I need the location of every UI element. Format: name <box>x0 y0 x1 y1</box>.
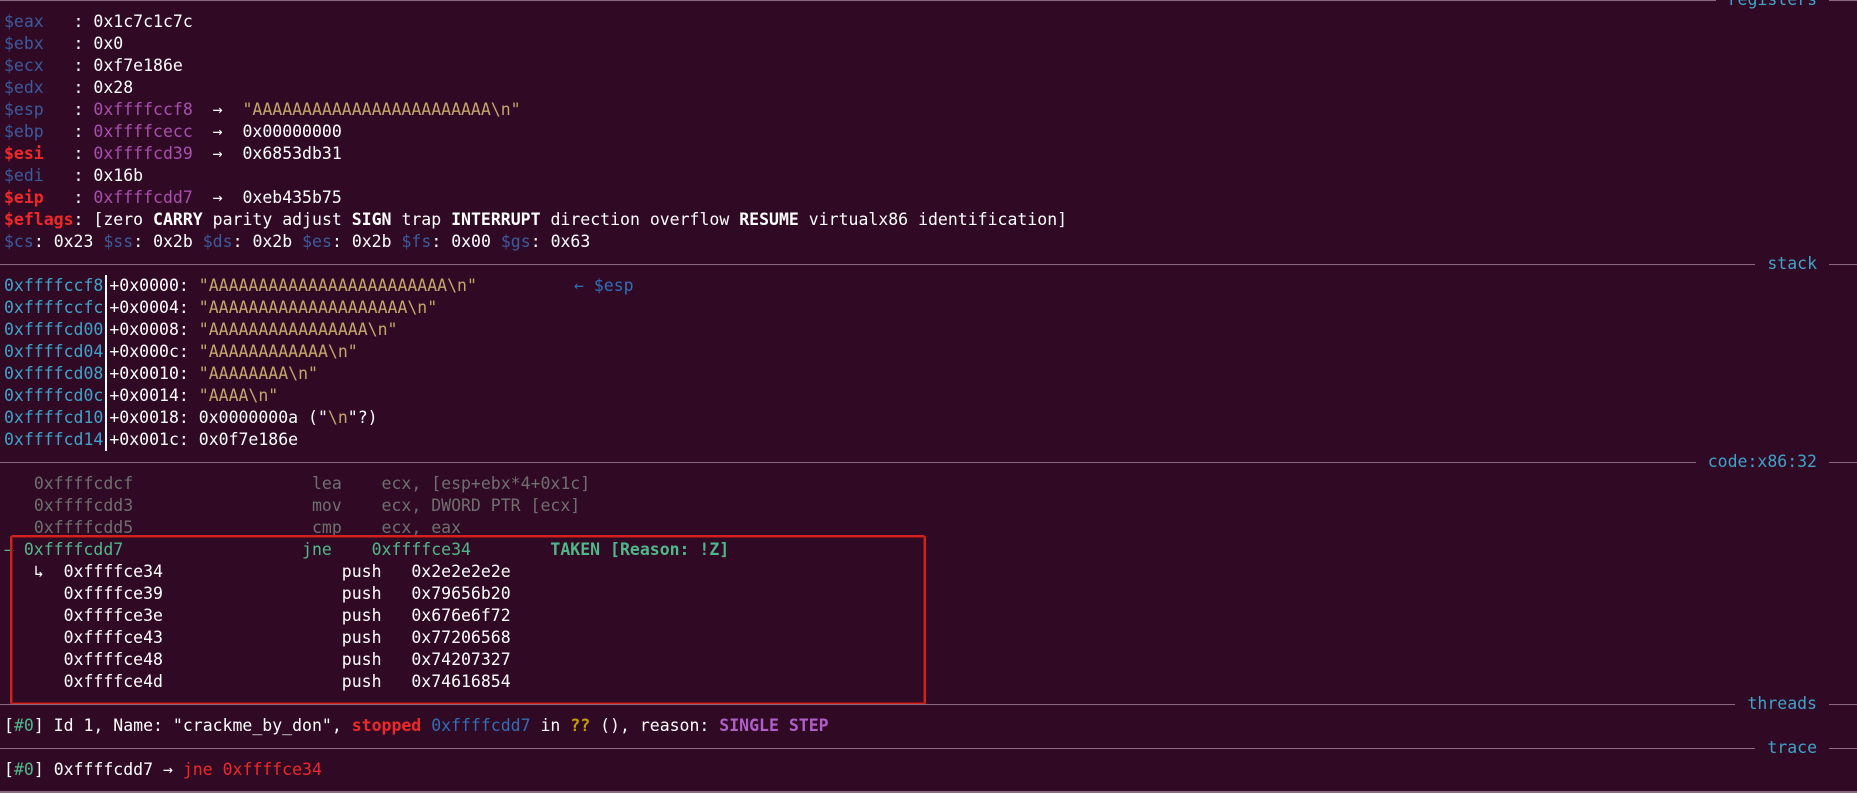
register-ebp: $ebp : 0xffffcecc → 0x00000000 <box>4 122 342 141</box>
esp-marker: ← $esp <box>574 276 634 295</box>
stack-row: 0xffffccf8 +0x0000: "AAAAAAAAAAAAAAAAAAAA… <box>4 275 634 297</box>
stack-separator: stack <box>0 253 1857 275</box>
stack-row: 0xffffcd00 +0x0008: "AAAAAAAAAAAAAAAA\n" <box>4 319 398 341</box>
stack-row: 0xffffcd0c +0x0014: "AAAA\n" <box>4 385 279 407</box>
trace-separator: trace <box>0 737 1857 759</box>
register-esi: $esi : 0xffffcd39 → 0x6853db31 <box>4 144 342 163</box>
threads-separator: threads <box>0 693 1857 715</box>
stack-row: 0xffffcd14 +0x001c: 0x0f7e186e <box>4 429 299 451</box>
register-ebx: $ebx : 0x0 <box>4 34 124 53</box>
stop-reason: SINGLE STEP <box>719 716 829 735</box>
thread-line: [#0] Id 1, Name: "crackme_by_don", stopp… <box>4 716 829 735</box>
code-line-past: 0xffffcdd3 mov ecx, DWORD PTR [ecx] <box>33 496 581 515</box>
register-eflags: $eflags: [zero CARRY parity adjust SIGN … <box>4 210 1068 229</box>
register-edx: $edx : 0x28 <box>4 78 134 97</box>
highlight-box <box>10 535 926 705</box>
register-edi: $edi : 0x16b <box>4 166 144 185</box>
register-ecx: $ecx : 0xf7e186e <box>4 56 183 75</box>
code-separator: code:x86:32 <box>0 451 1857 473</box>
register-eax: $eax : 0x1c7c1c7c <box>4 12 193 31</box>
code-section-label: code:x86:32 <box>1695 451 1829 473</box>
stack-row: 0xffffcd04 +0x000c: "AAAAAAAAAAAA\n" <box>4 341 358 363</box>
stack-row: 0xffffcd10 +0x0018: 0x0000000a ("\n"?) <box>4 407 378 429</box>
code-line-past: 0xffffcdcf lea ecx, [esp+ebx*4+0x1c] <box>33 474 591 493</box>
stack-row: 0xffffcd08 +0x0010: "AAAAAAAA\n" <box>4 363 318 385</box>
register-esp: $esp : 0xffffccf8 → "AAAAAAAAAAAAAAAAAAA… <box>4 100 521 119</box>
threads-section-label: threads <box>1735 693 1829 715</box>
registers-section-label: registers <box>1715 0 1829 11</box>
stack-section-label: stack <box>1755 253 1829 275</box>
thread-state: stopped <box>351 716 422 735</box>
trace-line: [#0] 0xffffcdd7 → jne 0xffffce34 <box>4 760 322 779</box>
registers-separator: registers <box>0 0 1857 11</box>
segment-registers: $cs: 0x23 $ss: 0x2b $ds: 0x2b $es: 0x2b … <box>4 232 591 251</box>
stack-row: 0xffffccfc +0x0004: "AAAAAAAAAAAAAAAAAAAA… <box>4 297 438 319</box>
register-eip: $eip : 0xffffcdd7 → 0xeb435b75 <box>4 188 342 207</box>
trace-section-label: trace <box>1755 737 1829 759</box>
